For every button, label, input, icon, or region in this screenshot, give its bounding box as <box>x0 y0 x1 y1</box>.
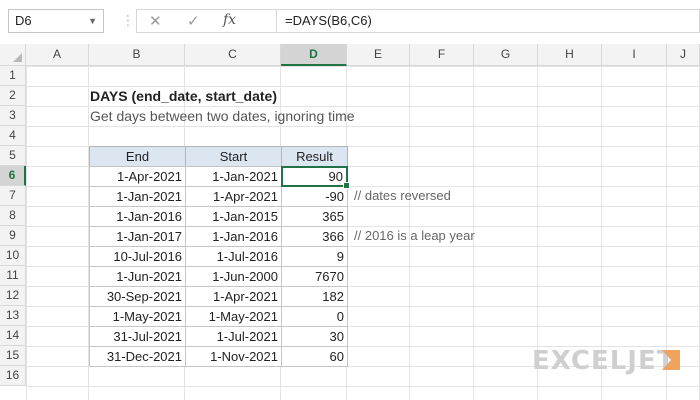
table-cell-end[interactable]: 31-Dec-2021 <box>89 346 186 367</box>
table-cell-end[interactable]: 31-Jul-2021 <box>89 326 186 347</box>
row-header-8[interactable]: 8 <box>0 206 26 226</box>
comment-note[interactable]: // dates reversed <box>354 186 451 206</box>
table-cell-end[interactable]: 1-May-2021 <box>89 306 186 327</box>
sheet-title[interactable]: DAYS (end_date, start_date) <box>90 86 277 106</box>
table-header-start[interactable]: Start <box>185 146 282 167</box>
row-header-4[interactable]: 4 <box>0 126 26 146</box>
table-cell-result[interactable]: 366 <box>281 226 348 247</box>
table-cell-end[interactable]: 1-Jun-2021 <box>89 266 186 287</box>
table-cell-start[interactable]: 1-Jun-2000 <box>185 266 282 287</box>
row-header-11[interactable]: 11 <box>0 266 26 286</box>
table-cell-result[interactable]: -90 <box>281 186 348 207</box>
table-cell-start[interactable]: 1-Jul-2016 <box>185 246 282 267</box>
column-header-b[interactable]: B <box>89 44 185 66</box>
column-header-i[interactable]: I <box>602 44 667 66</box>
table-cell-result[interactable]: 30 <box>281 326 348 347</box>
row-header-3[interactable]: 3 <box>0 106 26 126</box>
column-header-e[interactable]: E <box>347 44 410 66</box>
column-header-a[interactable]: A <box>26 44 89 66</box>
column-header-g[interactable]: G <box>474 44 538 66</box>
table-cell-result[interactable]: 0 <box>281 306 348 327</box>
table-cell-result[interactable]: 365 <box>281 206 348 227</box>
confirm-icon[interactable]: ✓ <box>187 12 200 30</box>
row-header-12[interactable]: 12 <box>0 286 26 306</box>
comment-note[interactable]: // 2016 is a leap year <box>354 226 475 246</box>
table-cell-start[interactable]: 1-Jan-2016 <box>185 226 282 247</box>
name-box[interactable]: D6 ▼ <box>8 9 104 33</box>
table-header-end[interactable]: End <box>89 146 186 167</box>
row-header-9[interactable]: 9 <box>0 226 26 246</box>
column-header-d[interactable]: D <box>281 44 347 66</box>
table-cell-result[interactable]: 9 <box>281 246 348 267</box>
row-header-5[interactable]: 5 <box>0 146 26 166</box>
table-cell-start[interactable]: 1-Jan-2021 <box>185 166 282 187</box>
table-cell-end[interactable]: 10-Jul-2016 <box>89 246 186 267</box>
insert-function-icon[interactable]: fx <box>223 12 236 28</box>
row-header-7[interactable]: 7 <box>0 186 26 206</box>
select-all-button[interactable] <box>0 44 26 66</box>
table-cell-end[interactable]: 1-Jan-2016 <box>89 206 186 227</box>
table-cell-end[interactable]: 30-Sep-2021 <box>89 286 186 307</box>
column-header-j[interactable]: J <box>667 44 700 66</box>
table-cell-end[interactable]: 1-Jan-2017 <box>89 226 186 247</box>
column-header-h[interactable]: H <box>538 44 602 66</box>
exceljet-logo-icon <box>662 350 680 370</box>
row-header-16[interactable]: 16 <box>0 366 26 386</box>
sheet-subtitle[interactable]: Get days between two dates, ignoring tim… <box>90 106 355 126</box>
table-cell-end[interactable]: 1-Jan-2021 <box>89 186 186 207</box>
table-cell-end[interactable]: 1-Apr-2021 <box>89 166 186 187</box>
row-header-13[interactable]: 13 <box>0 306 26 326</box>
row-header-6[interactable]: 6 <box>0 166 26 186</box>
row-header-10[interactable]: 10 <box>0 246 26 266</box>
table-cell-start[interactable]: 1-Apr-2021 <box>185 186 282 207</box>
table-cell-start[interactable]: 1-May-2021 <box>185 306 282 327</box>
active-cell[interactable]: 90 <box>281 166 350 189</box>
table-cell-result[interactable]: 7670 <box>281 266 348 287</box>
formula-bar: D6 ▼ ⋮ ✕ ✓ fx =DAYS(B6,C6) <box>0 0 700 44</box>
row-header-14[interactable]: 14 <box>0 326 26 346</box>
table-cell-start[interactable]: 1-Nov-2021 <box>185 346 282 367</box>
table-cell-start[interactable]: 1-Jul-2021 <box>185 326 282 347</box>
table-cell-result[interactable]: 60 <box>281 346 348 367</box>
column-header-f[interactable]: F <box>410 44 474 66</box>
table-cell-start[interactable]: 1-Apr-2021 <box>185 286 282 307</box>
formula-bar-grip-icon: ⋮ <box>121 12 135 28</box>
exceljet-logo: EXCELJET <box>532 346 676 376</box>
row-header-2[interactable]: 2 <box>0 86 26 106</box>
name-box-value: D6 <box>15 13 32 28</box>
column-header-c[interactable]: C <box>185 44 281 66</box>
table-cell-start[interactable]: 1-Jan-2015 <box>185 206 282 227</box>
formula-buttons: ✕ ✓ fx <box>136 9 276 33</box>
table-cell-result[interactable]: 182 <box>281 286 348 307</box>
cancel-icon[interactable]: ✕ <box>149 12 162 30</box>
chevron-down-icon[interactable]: ▼ <box>88 10 97 32</box>
row-header-1[interactable]: 1 <box>0 66 26 86</box>
row-header-15[interactable]: 15 <box>0 346 26 366</box>
formula-input[interactable]: =DAYS(B6,C6) <box>276 9 700 33</box>
table-header-result[interactable]: Result <box>281 146 348 167</box>
